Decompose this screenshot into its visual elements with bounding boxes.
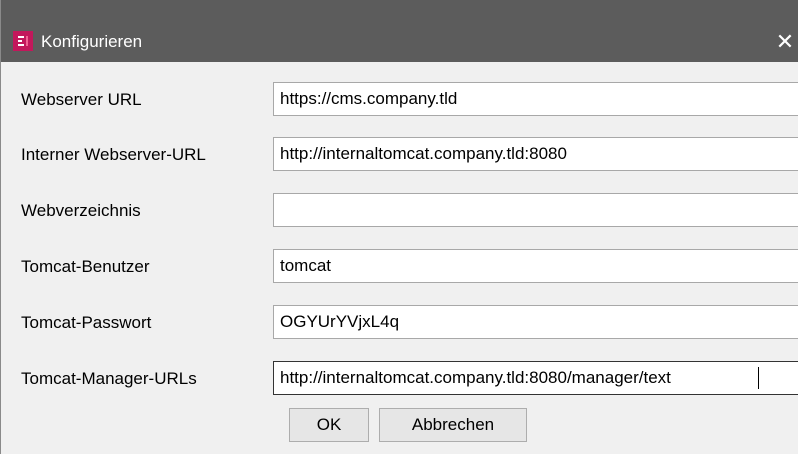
web-directory-label: Webverzeichnis: [21, 201, 141, 220]
tomcat-user-label: Tomcat-Benutzer: [21, 257, 150, 276]
form-row-tomcat-password: Tomcat-Passwort: [1, 305, 798, 341]
internal-webserver-url-label: Interner Webserver-URL: [21, 145, 206, 164]
configure-dialog: Konfigurieren ✕ Webserver URL Interner W…: [0, 0, 798, 454]
title-bar[interactable]: Konfigurieren ✕: [1, 0, 798, 62]
ok-button[interactable]: OK: [289, 408, 369, 442]
window-title: Konfigurieren: [41, 32, 143, 51]
form-row-webserver-url: Webserver URL: [1, 82, 798, 118]
close-icon[interactable]: ✕: [771, 26, 798, 58]
tomcat-manager-urls-input[interactable]: [273, 361, 798, 395]
webserver-url-label: Webserver URL: [21, 90, 142, 109]
webserver-url-input[interactable]: [273, 82, 798, 116]
form-row-tomcat-user: Tomcat-Benutzer: [1, 249, 798, 285]
text-cursor: [758, 367, 759, 389]
app-logo-icon: [13, 31, 33, 51]
web-directory-input[interactable]: [273, 193, 798, 227]
tomcat-manager-urls-label: Tomcat-Manager-URLs: [21, 369, 197, 388]
form-row-tomcat-manager-urls: Tomcat-Manager-URLs: [1, 361, 798, 397]
tomcat-password-label: Tomcat-Passwort: [21, 313, 152, 332]
cancel-button[interactable]: Abbrechen: [379, 408, 527, 442]
tomcat-password-input[interactable]: [273, 305, 798, 339]
tomcat-user-input[interactable]: [273, 249, 798, 283]
internal-webserver-url-input[interactable]: [273, 137, 798, 171]
form-row-internal-webserver-url: Interner Webserver-URL: [1, 137, 798, 173]
form-row-web-directory: Webverzeichnis: [1, 193, 798, 229]
